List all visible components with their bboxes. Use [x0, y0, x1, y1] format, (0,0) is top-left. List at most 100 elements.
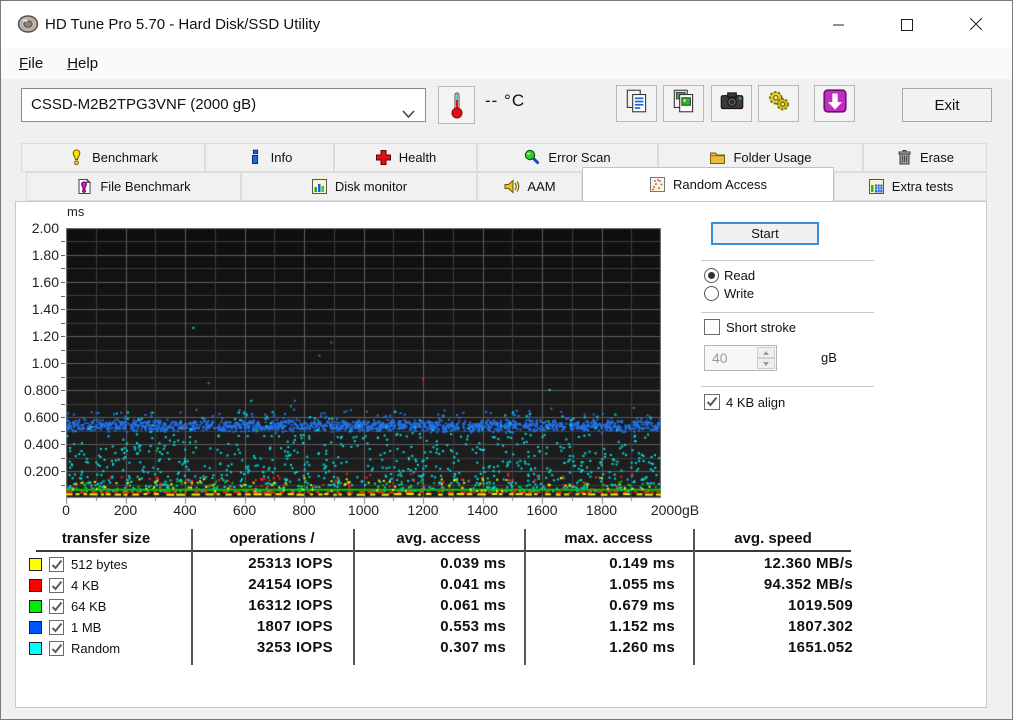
- tab-extra-tests[interactable]: Extra tests: [834, 172, 987, 201]
- tab-health[interactable]: Health: [334, 143, 477, 172]
- check-icon: [51, 622, 62, 632]
- random-access-chart: [66, 228, 661, 505]
- menu-help[interactable]: Help: [55, 51, 110, 76]
- app-logo-icon: [17, 13, 39, 35]
- y-axis-tick: [61, 268, 65, 269]
- info-icon: [247, 149, 264, 166]
- spinner-buttons: [757, 347, 775, 369]
- write-radio-row[interactable]: Write: [704, 285, 754, 302]
- series-checkbox[interactable]: [49, 557, 64, 572]
- y-axis-tick-label: 2.00: [31, 220, 59, 236]
- table-row-64-kb: 64 KB 16312 IOPS 0.061 ms 0.679 ms 1019.509: [21, 597, 853, 617]
- tab-disk-monitor[interactable]: Disk monitor: [241, 172, 477, 201]
- options-icon: [765, 87, 793, 120]
- check-icon: [51, 580, 62, 590]
- check-icon: [51, 643, 62, 653]
- copy-report-button[interactable]: [616, 85, 657, 122]
- close-icon: [969, 18, 982, 31]
- screenshot-button[interactable]: [711, 85, 752, 122]
- tab-label: Info: [270, 150, 293, 165]
- tab-label: Folder Usage: [733, 150, 812, 165]
- start-button[interactable]: Start: [711, 222, 819, 245]
- tab-aam[interactable]: AAM: [477, 172, 582, 201]
- avg-speed-value: 94.352 MB/s: [763, 576, 853, 593]
- y-axis-unit-label: ms: [67, 204, 85, 219]
- table-row-512-bytes: 512 bytes 25313 IOPS 0.039 ms 0.149 ms 12.36…: [21, 555, 853, 575]
- y-axis-tick: [61, 336, 65, 337]
- write-radio[interactable]: [704, 286, 719, 301]
- y-axis-tick: [61, 296, 65, 297]
- short-stroke-row[interactable]: Short stroke: [704, 319, 796, 335]
- spinner-up-button[interactable]: [757, 347, 775, 358]
- table-row-random: Random 3253 IOPS 0.307 ms 1.260 ms 1651.052: [21, 639, 853, 659]
- stroke-size-spinner[interactable]: 40: [704, 345, 777, 371]
- y-axis-tick: [61, 282, 65, 283]
- y-axis-tick: [61, 255, 65, 256]
- table-header-operations: operations /: [229, 530, 315, 547]
- y-axis-tick-label: 0.600: [23, 409, 59, 425]
- y-axis-tick: [61, 458, 65, 459]
- transfer-size-label: 1 MB: [71, 620, 102, 635]
- series-color-swatch: [29, 558, 42, 571]
- short-stroke-checkbox[interactable]: [704, 319, 720, 335]
- drive-select-value: CSSD-M2B2TPG3VNF (2000 gB): [31, 96, 257, 113]
- series-checkbox[interactable]: [49, 641, 64, 656]
- minimize-button[interactable]: [816, 1, 862, 48]
- spinner-down-button[interactable]: [757, 358, 775, 369]
- series-checkbox[interactable]: [49, 599, 64, 614]
- screenshot-icon: [718, 87, 746, 120]
- temperature-value: -- °C: [485, 91, 526, 110]
- maximize-button[interactable]: [884, 1, 930, 48]
- random-access-icon: [649, 176, 666, 193]
- thermometer-icon: [451, 92, 462, 119]
- tab-random-access[interactable]: Random Access: [582, 167, 834, 201]
- series-color-swatch: [29, 621, 42, 634]
- disk-monitor-icon: [311, 178, 328, 195]
- y-axis-tick: [61, 377, 65, 378]
- align-row[interactable]: 4 KB align: [704, 394, 785, 410]
- tab-file-benchmark[interactable]: File Benchmark: [26, 172, 241, 201]
- y-axis-tick-label: 0.200: [23, 463, 59, 479]
- exit-button[interactable]: Exit: [902, 88, 992, 122]
- chevron-down-icon: [402, 99, 415, 131]
- table-row-1-mb: 1 MB 1807 IOPS 0.553 ms 1.152 ms 1807.302: [21, 618, 853, 638]
- avg-speed-value: 12.360 MB/s: [763, 555, 853, 572]
- tab-erase[interactable]: Erase: [863, 143, 987, 172]
- tab-label: Random Access: [673, 177, 767, 192]
- tab-strip: Benchmark Info Health Error Scan Folder Usag…: [1, 141, 1012, 201]
- close-button[interactable]: [953, 1, 999, 48]
- read-radio[interactable]: [704, 268, 719, 283]
- copy-image-button[interactable]: [663, 85, 704, 122]
- x-axis-tick-label: 2000gB: [650, 502, 700, 518]
- health-icon: [375, 149, 392, 166]
- menu-bar: File Help: [1, 48, 1012, 79]
- tab-label: Health: [398, 150, 437, 165]
- table-header-avg-speed: avg. speed: [734, 530, 812, 547]
- y-axis-tick: [61, 390, 65, 391]
- write-radio-label: Write: [724, 286, 755, 301]
- folder-usage-icon: [709, 149, 726, 166]
- aam-icon: [503, 178, 520, 195]
- y-axis-tick-label: 1.20: [31, 328, 59, 344]
- options-button[interactable]: [758, 85, 799, 122]
- app-window: HD Tune Pro 5.70 - Hard Disk/SSD Utility…: [0, 0, 1013, 720]
- series-checkbox[interactable]: [49, 578, 64, 593]
- check-icon: [706, 396, 718, 407]
- y-axis-tick: [61, 485, 65, 486]
- table-header-rule: [36, 550, 851, 552]
- save-button[interactable]: [814, 85, 855, 122]
- extra-tests-icon: [868, 178, 885, 195]
- temperature-button[interactable]: [438, 86, 475, 124]
- y-axis-tick-label: 1.00: [31, 355, 59, 371]
- tab-info[interactable]: Info: [205, 143, 334, 172]
- align-checkbox[interactable]: [704, 394, 720, 410]
- menu-file[interactable]: File: [7, 51, 55, 76]
- tab-benchmark[interactable]: Benchmark: [21, 143, 205, 172]
- arrow-up-icon: [763, 350, 769, 355]
- series-color-swatch: [29, 642, 42, 655]
- drive-select[interactable]: CSSD-M2B2TPG3VNF (2000 gB): [21, 88, 426, 122]
- table-row-4-kb: 4 KB 24154 IOPS 0.041 ms 1.055 ms 94.352 MB/…: [21, 576, 853, 596]
- maximize-icon: [901, 18, 913, 31]
- read-radio-row[interactable]: Read: [704, 267, 755, 284]
- series-checkbox[interactable]: [49, 620, 64, 635]
